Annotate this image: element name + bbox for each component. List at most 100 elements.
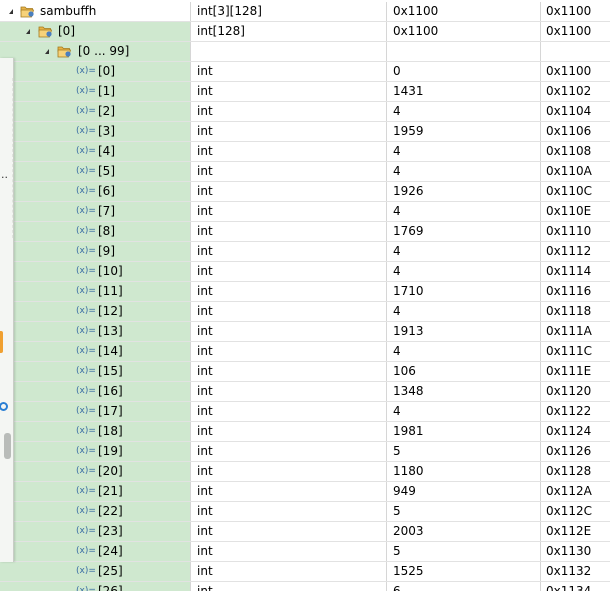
name-cell[interactable]: sambuffh: [0, 2, 191, 21]
element-index: [15]: [98, 364, 123, 378]
name-cell[interactable]: (x)= [16]: [0, 382, 191, 401]
tree-row-element[interactable]: (x)= [17] int 4 0x1122: [0, 402, 610, 422]
panel-button[interactable]: [0, 331, 3, 353]
value-cell[interactable]: 4: [387, 302, 541, 321]
tree-row-element[interactable]: (x)= [18] int 1981 0x1124: [0, 422, 610, 442]
tree-row-root[interactable]: sambuffh int[3][128] 0x1100 0x1100: [0, 2, 610, 22]
tree-row-element[interactable]: (x)= [21] int 949 0x112A: [0, 482, 610, 502]
tree-row-range[interactable]: [0 ... 99]: [0, 42, 610, 62]
tree-row-element[interactable]: (x)= [24] int 5 0x1130: [0, 542, 610, 562]
tree-row-element[interactable]: (x)= [23] int 2003 0x112E: [0, 522, 610, 542]
name-cell[interactable]: (x)= [20]: [0, 462, 191, 481]
name-cell[interactable]: (x)= [10]: [0, 262, 191, 281]
panel-scrollbar[interactable]: [4, 433, 11, 459]
tree-row-element[interactable]: (x)= [0] int 0 0x1100: [0, 62, 610, 82]
tree-row-element[interactable]: (x)= [26] int 6 0x1134: [0, 582, 610, 591]
name-cell[interactable]: (x)= [19]: [0, 442, 191, 461]
tree-row-element[interactable]: (x)= [3] int 1959 0x1106: [0, 122, 610, 142]
name-cell[interactable]: (x)= [11]: [0, 282, 191, 301]
tree-row-element[interactable]: (x)= [2] int 4 0x1104: [0, 102, 610, 122]
address-cell: 0x1132: [546, 564, 592, 578]
name-cell[interactable]: (x)= [6]: [0, 182, 191, 201]
value-cell[interactable]: 4: [387, 142, 541, 161]
element-index: [23]: [98, 524, 123, 538]
value-cell[interactable]: 4: [387, 242, 541, 261]
type-cell: int: [191, 162, 387, 181]
value-cell[interactable]: 106: [387, 362, 541, 381]
value-cell[interactable]: 949: [387, 482, 541, 501]
value-cell[interactable]: 4: [387, 342, 541, 361]
value-cell[interactable]: 1180: [387, 462, 541, 481]
name-cell[interactable]: (x)= [4]: [0, 142, 191, 161]
value-cell[interactable]: 0: [387, 62, 541, 81]
value-cell[interactable]: 1981: [387, 422, 541, 441]
name-cell[interactable]: (x)= [2]: [0, 102, 191, 121]
tree-row-element[interactable]: (x)= [8] int 1769 0x1110: [0, 222, 610, 242]
name-cell[interactable]: [0]: [0, 22, 191, 41]
tree-row-element[interactable]: (x)= [11] int 1710 0x1116: [0, 282, 610, 302]
tree-row-element[interactable]: (x)= [6] int 1926 0x110C: [0, 182, 610, 202]
expanded-triangle-icon[interactable]: [26, 29, 30, 34]
value-cell[interactable]: 1926: [387, 182, 541, 201]
name-cell[interactable]: (x)= [12]: [0, 302, 191, 321]
value-cell[interactable]: 1769: [387, 222, 541, 241]
tree-row-element[interactable]: (x)= [20] int 1180 0x1128: [0, 462, 610, 482]
name-cell[interactable]: (x)= [5]: [0, 162, 191, 181]
value-cell[interactable]: 0x1100: [387, 2, 541, 21]
name-cell[interactable]: (x)= [9]: [0, 242, 191, 261]
name-cell[interactable]: (x)= [26]: [0, 582, 191, 591]
tree-row-element[interactable]: (x)= [19] int 5 0x1126: [0, 442, 610, 462]
tree-row-element[interactable]: (x)= [5] int 4 0x110A: [0, 162, 610, 182]
value-cell[interactable]: 1431: [387, 82, 541, 101]
name-cell[interactable]: [0 ... 99]: [0, 42, 191, 61]
name-cell[interactable]: (x)= [14]: [0, 342, 191, 361]
name-cell[interactable]: (x)= [21]: [0, 482, 191, 501]
name-cell[interactable]: (x)= [17]: [0, 402, 191, 421]
tree-row-element[interactable]: (x)= [12] int 4 0x1118: [0, 302, 610, 322]
value-cell[interactable]: 1710: [387, 282, 541, 301]
value-cell[interactable]: 5: [387, 542, 541, 561]
name-cell[interactable]: (x)= [0]: [0, 62, 191, 81]
name-cell[interactable]: (x)= [3]: [0, 122, 191, 141]
value-cell[interactable]: 4: [387, 202, 541, 221]
tree-row-element[interactable]: (x)= [1] int 1431 0x1102: [0, 82, 610, 102]
tree-row-element[interactable]: (x)= [15] int 106 0x111E: [0, 362, 610, 382]
tree-row-element[interactable]: (x)= [4] int 4 0x1108: [0, 142, 610, 162]
name-cell[interactable]: (x)= [18]: [0, 422, 191, 441]
value-cell[interactable]: 4: [387, 102, 541, 121]
value-cell[interactable]: 4: [387, 162, 541, 181]
name-cell[interactable]: (x)= [7]: [0, 202, 191, 221]
name-cell[interactable]: (x)= [15]: [0, 362, 191, 381]
value-cell[interactable]: 4: [387, 402, 541, 421]
value-cell[interactable]: 1959: [387, 122, 541, 141]
tree-row-element[interactable]: (x)= [10] int 4 0x1114: [0, 262, 610, 282]
tree-row-element[interactable]: (x)= [16] int 1348 0x1120: [0, 382, 610, 402]
tree-row-element[interactable]: (x)= [25] int 1525 0x1132: [0, 562, 610, 582]
element-index: [7]: [98, 204, 115, 218]
value-cell[interactable]: 1525: [387, 562, 541, 581]
tree-row-element[interactable]: (x)= [13] int 1913 0x111A: [0, 322, 610, 342]
value-cell[interactable]: 2003: [387, 522, 541, 541]
value-cell[interactable]: 1348: [387, 382, 541, 401]
tree-row-element[interactable]: (x)= [22] int 5 0x112C: [0, 502, 610, 522]
name-cell[interactable]: (x)= [1]: [0, 82, 191, 101]
name-cell[interactable]: (x)= [23]: [0, 522, 191, 541]
name-cell[interactable]: (x)= [25]: [0, 562, 191, 581]
value-cell[interactable]: 5: [387, 502, 541, 521]
tree-row-element[interactable]: (x)= [9] int 4 0x1112: [0, 242, 610, 262]
value-cell[interactable]: 5: [387, 442, 541, 461]
name-cell[interactable]: (x)= [13]: [0, 322, 191, 341]
name-cell[interactable]: (x)= [24]: [0, 542, 191, 561]
tree-row-child[interactable]: [0] int[128] 0x1100 0x1100: [0, 22, 610, 42]
value-cell[interactable]: 6: [387, 582, 541, 591]
name-cell[interactable]: (x)= [22]: [0, 502, 191, 521]
value-cell[interactable]: 4: [387, 262, 541, 281]
expanded-triangle-icon[interactable]: [9, 9, 13, 14]
value-cell[interactable]: 1913: [387, 322, 541, 341]
tree-row-element[interactable]: (x)= [7] int 4 0x110E: [0, 202, 610, 222]
name-cell[interactable]: (x)= [8]: [0, 222, 191, 241]
expanded-triangle-icon[interactable]: [45, 49, 49, 54]
value-cell[interactable]: 0x1100: [387, 22, 541, 41]
search-icon[interactable]: [0, 402, 8, 411]
tree-row-element[interactable]: (x)= [14] int 4 0x111C: [0, 342, 610, 362]
